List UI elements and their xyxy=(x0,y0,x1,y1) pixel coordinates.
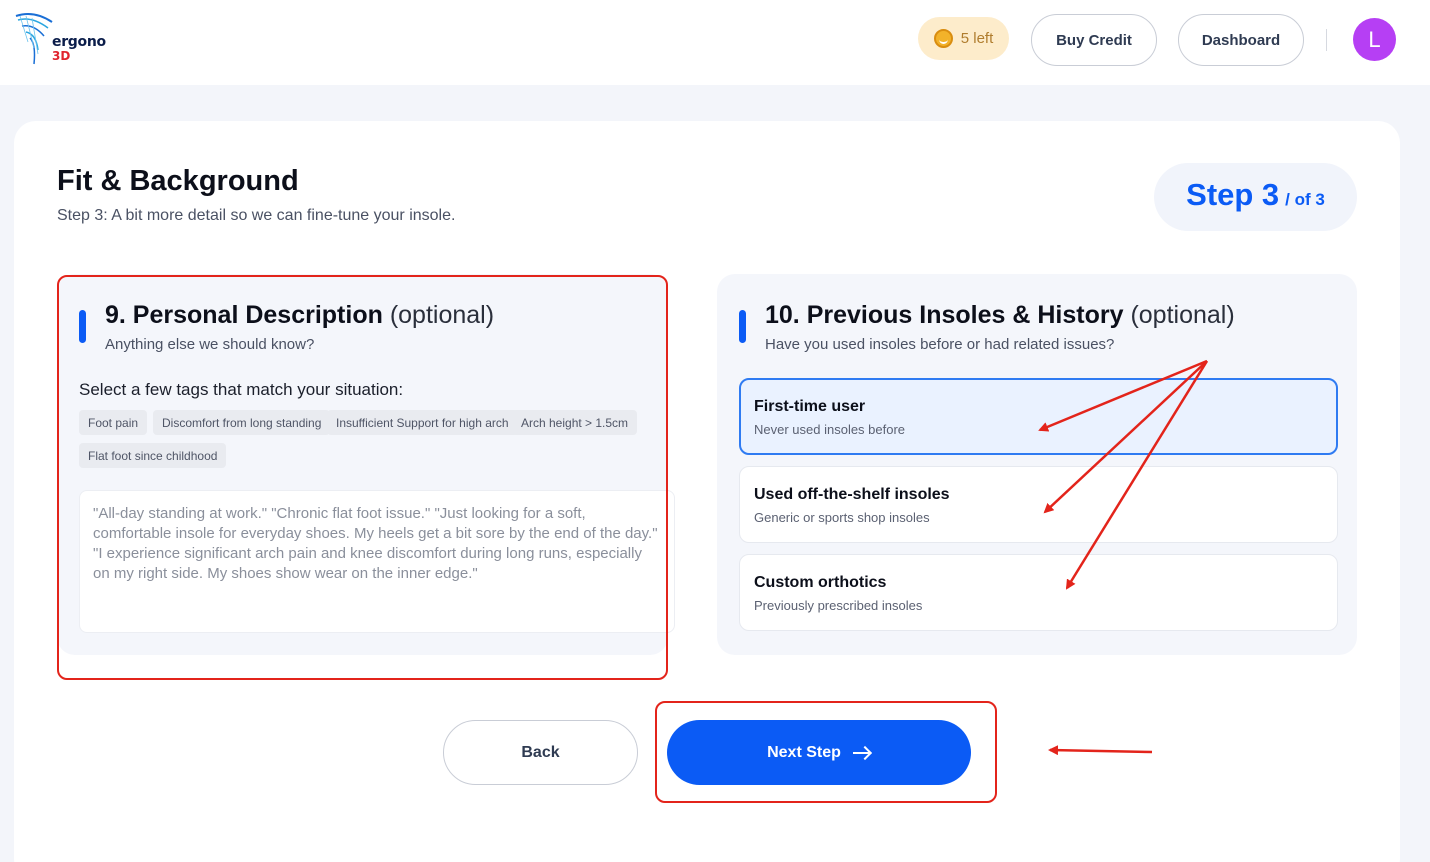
option-title: First-time user xyxy=(754,398,866,415)
step-total: / of 3 xyxy=(1285,190,1325,209)
option-subtitle: Never used insoles before xyxy=(754,422,906,437)
insole-history-panel: 10. Previous Insoles & History (optional… xyxy=(717,274,1357,655)
annotation-box-personal xyxy=(57,275,668,680)
option-title: Custom orthotics xyxy=(754,574,887,591)
back-button[interactable]: Back xyxy=(443,720,638,785)
user-avatar[interactable]: L xyxy=(1353,18,1396,61)
logo-wordmark: ergono xyxy=(52,34,106,50)
option-title: Used off-the-shelf insoles xyxy=(754,486,950,503)
option-off-the-shelf[interactable]: Used off-the-shelf insoles Generic or sp… xyxy=(739,466,1338,543)
option-custom-orthotics[interactable]: Custom orthotics Previously prescribed i… xyxy=(739,554,1338,631)
section-accent-bar xyxy=(739,310,746,343)
header-divider xyxy=(1326,29,1327,51)
annotation-box-next xyxy=(655,701,997,803)
credits-label: 5 left xyxy=(960,30,994,47)
optional-label: (optional) xyxy=(1130,301,1235,329)
dashboard-button[interactable]: Dashboard xyxy=(1178,14,1304,66)
coin-icon xyxy=(933,29,953,48)
credits-badge: 5 left xyxy=(918,17,1009,60)
insole-history-title: 10. Previous Insoles & History (optional… xyxy=(765,301,1235,330)
buy-credit-button[interactable]: Buy Credit xyxy=(1031,14,1157,66)
logo-3d-suffix: 3D xyxy=(52,49,71,63)
page-subtitle: Step 3: A bit more detail so we can fine… xyxy=(57,207,456,224)
step-current: Step 3 xyxy=(1186,177,1280,212)
wave-logo-icon xyxy=(15,13,53,65)
history-title-text: 10. Previous Insoles & History xyxy=(765,301,1124,329)
option-first-time-user[interactable]: First-time user Never used insoles befor… xyxy=(739,378,1338,455)
step-indicator: Step 3 / of 3 xyxy=(1154,163,1357,231)
page-title: Fit & Background xyxy=(57,165,299,197)
top-header: ergono 3D 5 left Buy Credit Dashboard L xyxy=(0,0,1430,85)
option-subtitle: Generic or sports shop insoles xyxy=(754,510,930,525)
insole-history-subtitle: Have you used insoles before or had rela… xyxy=(765,336,1115,353)
ergono3d-logo[interactable]: ergono 3D xyxy=(14,12,124,68)
option-subtitle: Previously prescribed insoles xyxy=(754,598,923,613)
